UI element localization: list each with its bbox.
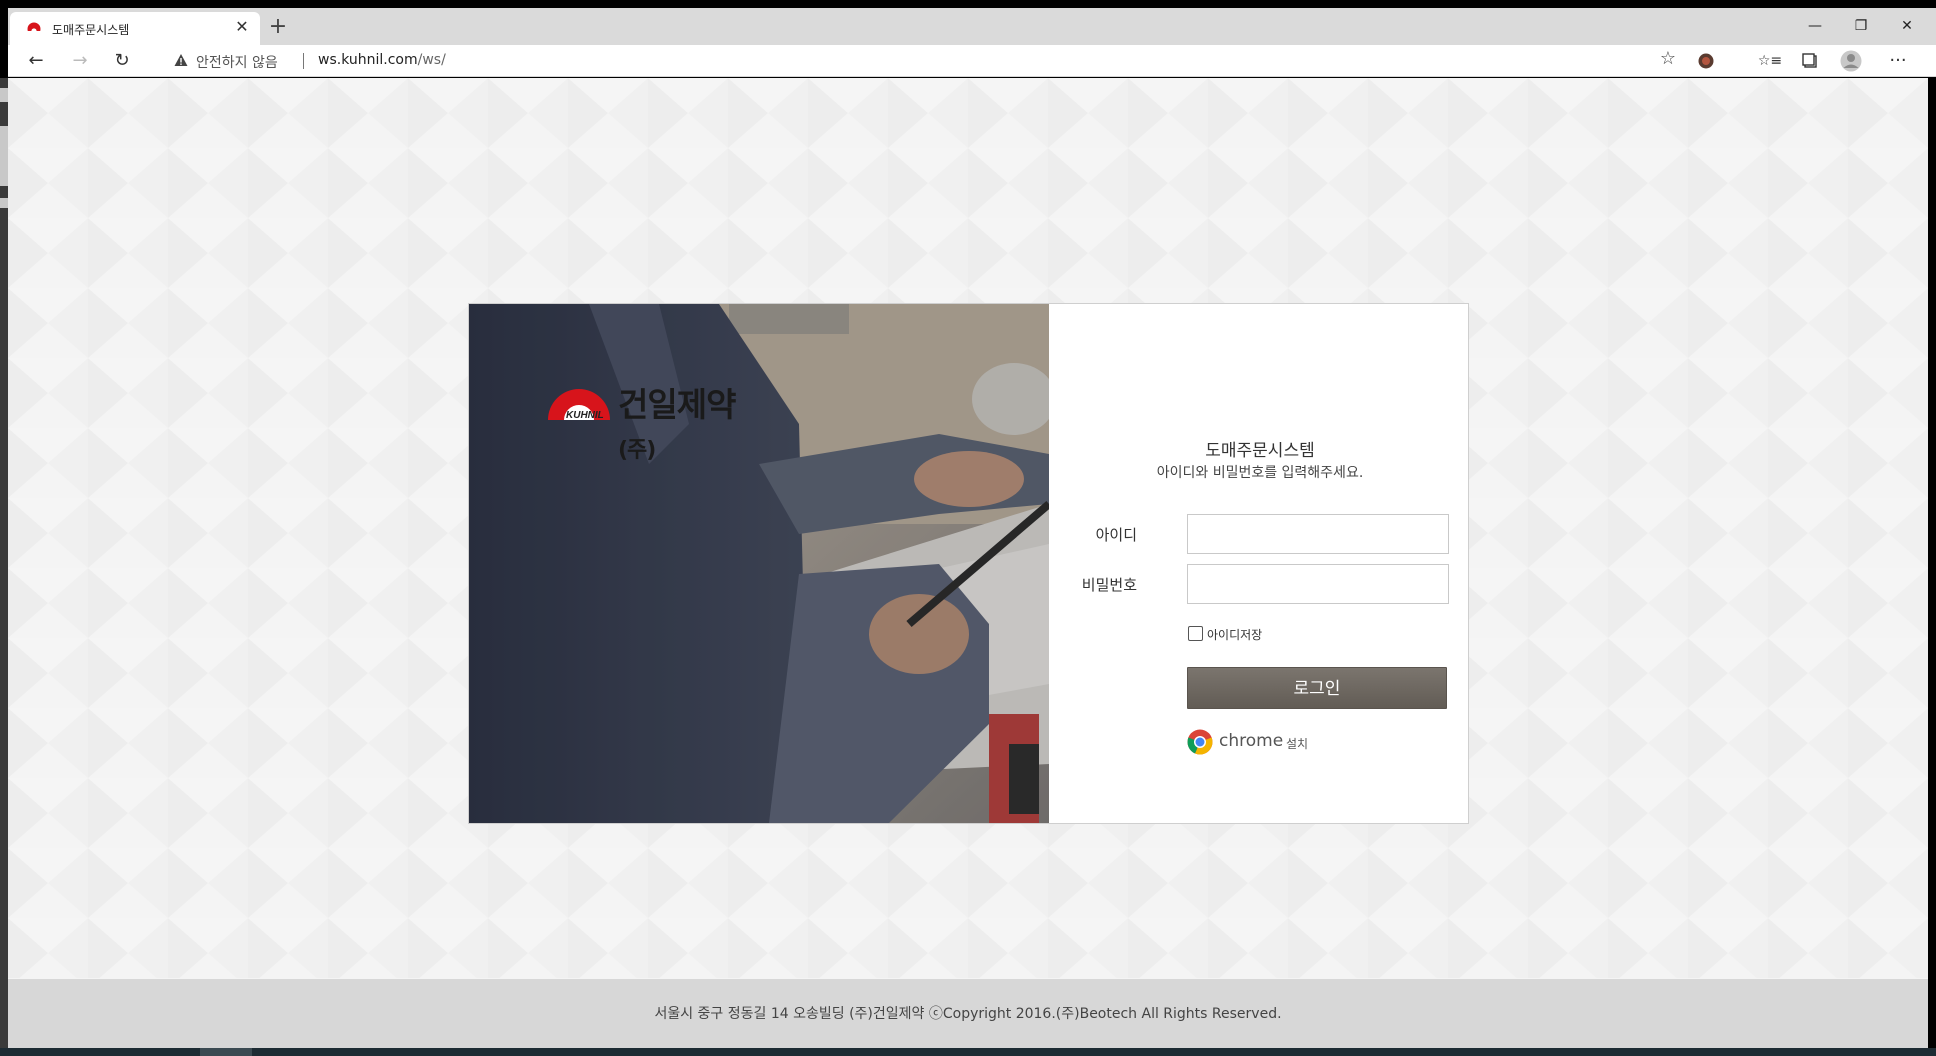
os-taskbar [0, 1048, 1936, 1056]
browser-tab[interactable]: 도매주문시스템 ✕ [10, 12, 260, 45]
omnibox-divider [303, 53, 304, 69]
url-path: /ws/ [417, 52, 446, 68]
remember-id-checkbox[interactable] [1188, 626, 1203, 641]
collections-icon[interactable] [1802, 53, 1818, 69]
id-input[interactable] [1187, 514, 1449, 554]
minimize-button[interactable]: — [1792, 12, 1838, 40]
page-content: KUHNIL 건일제약 (주) 도매주문시스템 아이디와 비밀번호를 입력해주세요… [8, 78, 1928, 1048]
system-title: 도매주문시스템 [1205, 441, 1315, 461]
login-instruction: 아이디와 비밀번호를 입력해주세요. [1156, 465, 1364, 481]
close-window-button[interactable]: ✕ [1884, 12, 1930, 40]
kuhnil-favicon-icon [27, 22, 41, 36]
chrome-link[interactable]: chrome [1219, 731, 1283, 751]
tab-strip: 도매주문시스템 ✕ + — ❐ ✕ [8, 8, 1936, 45]
url-text[interactable]: ws.kuhnil.com/ws/ [318, 52, 446, 68]
kuhnil-logo-mark: KUHNIL [548, 389, 610, 420]
id-label: 아이디 [1095, 526, 1137, 544]
forward-icon[interactable]: → [66, 49, 94, 73]
favorite-star-icon[interactable]: ☆ [1660, 48, 1676, 69]
password-label: 비밀번호 [1081, 576, 1137, 594]
taskbar-item[interactable] [200, 1048, 252, 1056]
url-host: ws.kuhnil.com [318, 52, 418, 68]
tab-close-icon[interactable]: ✕ [232, 17, 252, 37]
chrome-icon[interactable] [1187, 729, 1213, 755]
profile-avatar-icon[interactable] [1840, 50, 1862, 72]
logo-mark-text: KUHNIL [566, 410, 604, 420]
login-panel: KUHNIL 건일제약 (주) 도매주문시스템 아이디와 비밀번호를 입력해주세요… [468, 303, 1469, 824]
security-status[interactable]: 안전하지 않음 [196, 52, 278, 72]
password-input[interactable] [1187, 564, 1449, 604]
login-button[interactable]: 로그인 [1187, 667, 1447, 709]
browser-toolbar: ← → ↻ 안전하지 않음 ws.kuhnil.com/ws/ ☆ ☆≡ ··· [8, 45, 1936, 77]
favorites-icon[interactable]: ☆≡ [1756, 49, 1784, 73]
reload-icon[interactable]: ↻ [108, 49, 136, 73]
warning-icon [174, 54, 188, 66]
company-name-main: 건일제약 [618, 385, 736, 424]
extension-icon[interactable] [1698, 53, 1714, 69]
chrome-install-link[interactable]: 설치 [1286, 735, 1308, 752]
address-bar[interactable]: 안전하지 않음 ws.kuhnil.com/ws/ ☆ [152, 46, 1686, 76]
company-name: 건일제약 (주) [618, 378, 768, 465]
page-footer: 서울시 중구 정동길 14 오송빌딩 (주)건일제약 ⓒCopyright 20… [8, 979, 1928, 1048]
tab-title: 도매주문시스템 [52, 23, 130, 37]
remember-id-label[interactable]: 아이디저장 [1207, 626, 1262, 643]
company-logo: KUHNIL 건일제약 (주) [546, 378, 768, 463]
left-window-edge [0, 78, 8, 1048]
restore-button[interactable]: ❐ [1838, 12, 1884, 40]
company-suffix: (주) [618, 438, 656, 463]
back-icon[interactable]: ← [22, 49, 50, 73]
footer-copyright: 서울시 중구 정동길 14 오송빌딩 (주)건일제약 ⓒCopyright 20… [654, 1006, 1282, 1022]
more-menu-icon[interactable]: ··· [1884, 49, 1912, 73]
browser-window: 도매주문시스템 ✕ + — ❐ ✕ ← → ↻ 안전하지 않음 ws.kuhni… [0, 0, 1936, 1056]
new-tab-button[interactable]: + [266, 16, 290, 40]
